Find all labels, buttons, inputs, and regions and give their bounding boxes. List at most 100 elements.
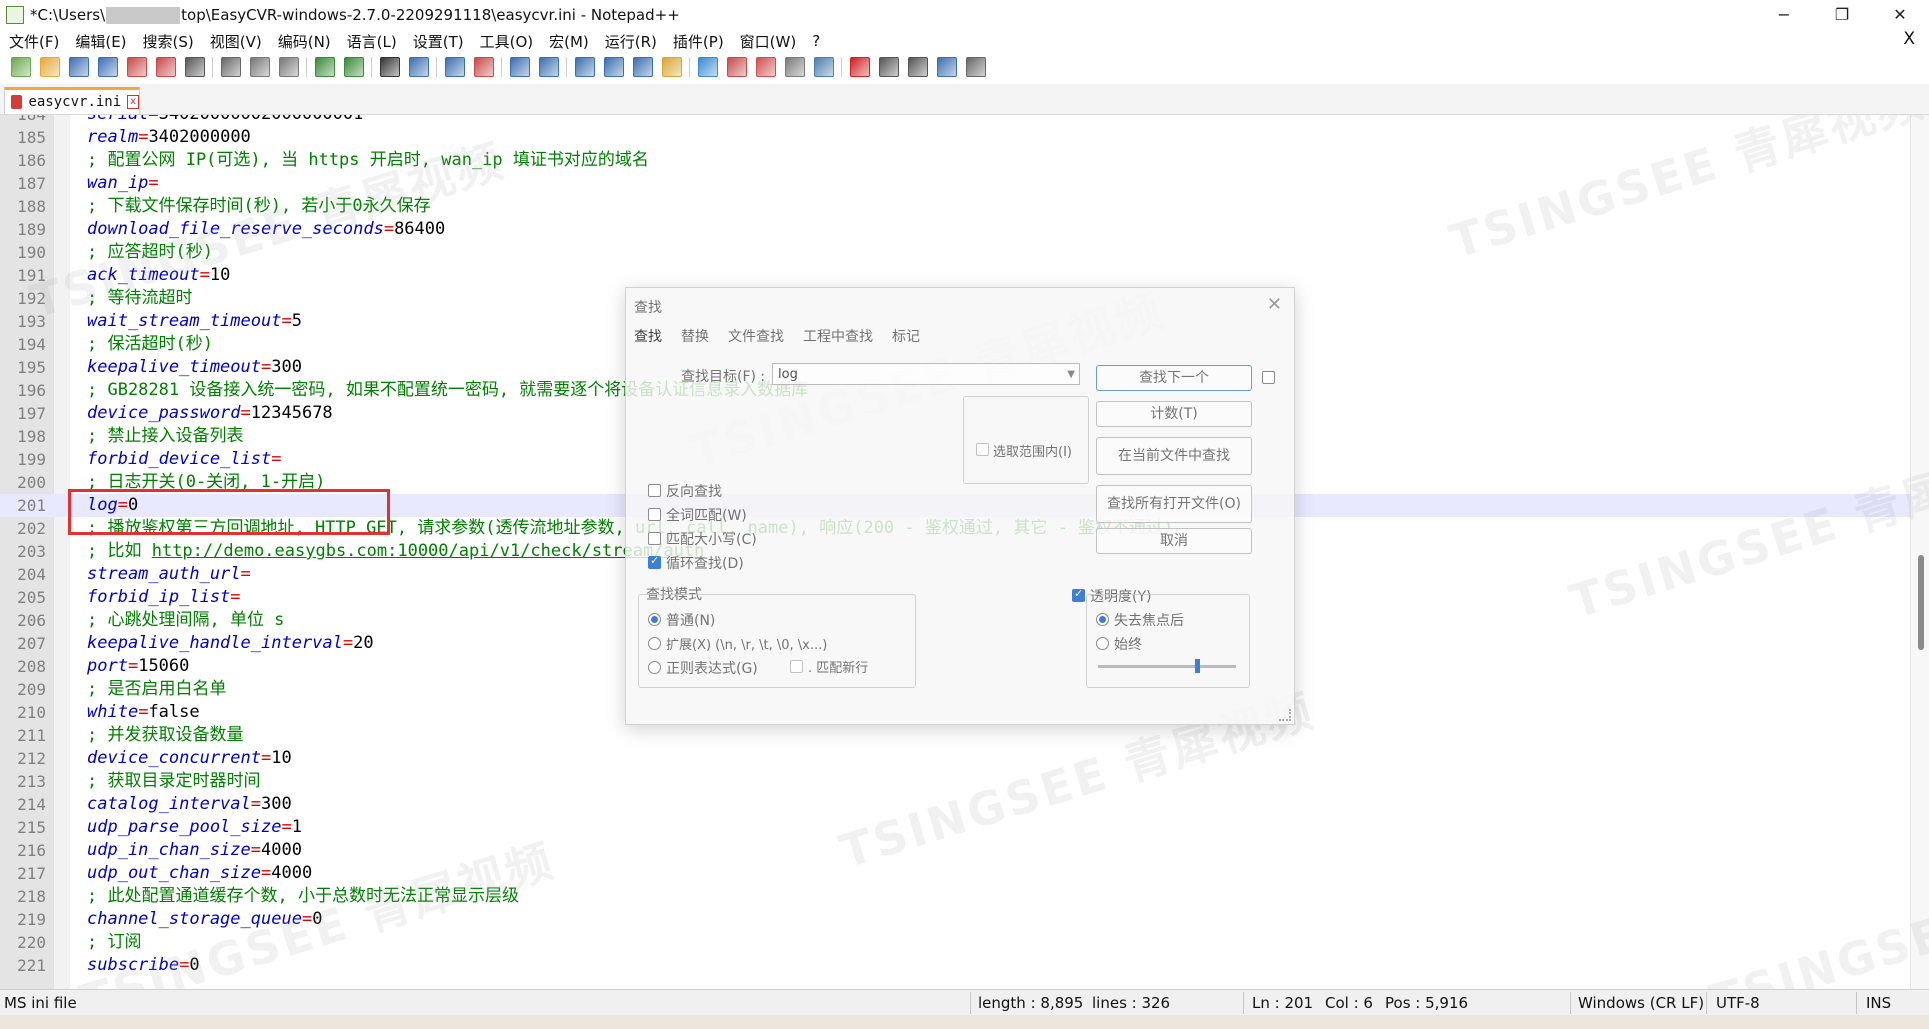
ini-value: 12345678 <box>250 403 333 423</box>
menu-encoding[interactable]: 编码(N) <box>269 31 338 52</box>
pin-checkbox[interactable] <box>1262 371 1275 384</box>
scrollbar-thumb[interactable] <box>1918 555 1924 650</box>
folder-workspace-icon[interactable] <box>756 57 776 77</box>
play-macro-icon[interactable] <box>908 57 928 77</box>
line-text: ; 是否启用白名单 <box>87 678 226 701</box>
undo-icon[interactable] <box>315 57 335 77</box>
find-icon[interactable] <box>380 57 400 77</box>
ini-equals: = <box>271 449 282 469</box>
menu-file[interactable]: 文件(F) <box>0 31 66 52</box>
print-icon[interactable] <box>185 57 205 77</box>
match-newline-checkbox[interactable] <box>790 660 803 673</box>
tab-find[interactable]: 查找 <box>634 326 662 346</box>
save-all-icon[interactable] <box>98 57 118 77</box>
cancel-button[interactable]: 取消 <box>1096 528 1252 554</box>
stop-macro-icon[interactable] <box>879 57 899 77</box>
tab-mark[interactable]: 标记 <box>892 326 920 346</box>
lang-icon[interactable] <box>662 57 682 77</box>
menu-edit[interactable]: 编辑(E) <box>66 31 133 52</box>
backward-checkbox[interactable] <box>648 484 661 497</box>
wrap-icon[interactable] <box>575 57 595 77</box>
resize-grip[interactable] <box>1279 709 1291 721</box>
redo-icon[interactable] <box>344 57 364 77</box>
new-icon[interactable] <box>11 57 31 77</box>
transparency-slider[interactable] <box>1098 659 1236 673</box>
indent-guide-icon[interactable] <box>633 57 653 77</box>
tab-replace[interactable]: 替换 <box>681 326 709 346</box>
zoom-in-icon[interactable] <box>445 57 465 77</box>
toolbar-separator <box>841 57 842 77</box>
zoom-out-icon[interactable] <box>474 57 494 77</box>
save-icon[interactable] <box>69 57 89 77</box>
mode-extended-radio[interactable] <box>648 637 661 650</box>
close-all-icon[interactable] <box>156 57 176 77</box>
menu-macro[interactable]: 宏(M) <box>540 31 596 52</box>
ini-key: keepalive_timeout <box>87 357 261 377</box>
record-macro-icon[interactable] <box>850 57 870 77</box>
line-number: 217 <box>17 864 46 883</box>
tab-find-in-projects[interactable]: 工程中查找 <box>803 326 873 346</box>
paste-icon[interactable] <box>279 57 299 77</box>
close-document-button[interactable]: X <box>1903 29 1915 49</box>
sync-h-icon[interactable] <box>539 57 559 77</box>
always-radio[interactable] <box>1096 637 1109 650</box>
run-macro-icon[interactable] <box>937 57 957 77</box>
sync-v-icon[interactable] <box>510 57 530 77</box>
on-lose-focus-radio[interactable] <box>1096 613 1109 626</box>
toolbar-separator <box>501 57 502 77</box>
menu-plugins[interactable]: 插件(P) <box>664 31 731 52</box>
copy-icon[interactable] <box>250 57 270 77</box>
menu-window[interactable]: 窗口(W) <box>731 31 804 52</box>
cut-icon[interactable] <box>221 57 241 77</box>
save-macro-icon[interactable] <box>966 57 986 77</box>
tab-close-icon[interactable]: x <box>127 95 139 109</box>
whole-word-checkbox[interactable] <box>648 508 661 521</box>
code-line[interactable]: 211 ; 并发获取设备数量 <box>0 724 1911 747</box>
mode-normal-radio[interactable] <box>648 613 661 626</box>
mode-regex-radio[interactable] <box>648 661 661 674</box>
tab-find-in-files[interactable]: 文件查找 <box>728 326 784 346</box>
find-target-input[interactable]: log ▼ <box>772 363 1080 385</box>
menu-language[interactable]: 语言(L) <box>338 31 404 52</box>
ini-value: 4000 <box>271 863 313 883</box>
code-line[interactable]: 185 realm=3402000000 <box>0 126 1911 149</box>
code-line[interactable]: 184 serial=34020000002000000001 <box>0 115 1911 126</box>
slider-knob[interactable] <box>1195 659 1200 673</box>
wrap-around-checkbox[interactable] <box>648 554 661 569</box>
find-next-button[interactable]: 查找下一个 <box>1096 365 1252 391</box>
show-all-chars-icon[interactable] <box>604 57 624 77</box>
menu-view[interactable]: 视图(V) <box>201 31 269 52</box>
ini-equals: = <box>240 564 251 584</box>
comment-url-link[interactable]: http://demo.easygbs.com:10000/api/v1/che… <box>152 541 705 561</box>
transparency-checkbox[interactable] <box>1072 587 1085 602</box>
code-line[interactable]: 212 device_concurrent=10 <box>0 747 1911 770</box>
find-all-open-button[interactable]: 查找所有打开文件(O) <box>1096 485 1252 523</box>
line-number: 187 <box>17 174 46 193</box>
match-case-checkbox[interactable] <box>648 532 661 545</box>
monitor-icon[interactable] <box>785 57 805 77</box>
count-button[interactable]: 计数(T) <box>1096 401 1252 427</box>
replace-icon[interactable] <box>409 57 429 77</box>
menu-run[interactable]: 运行(R) <box>596 31 664 52</box>
eye-icon[interactable] <box>814 57 834 77</box>
open-icon[interactable] <box>40 57 60 77</box>
tab-easycvr-ini[interactable]: easycvr.ini x <box>4 87 140 114</box>
dialog-close-icon[interactable]: ✕ <box>1267 294 1282 315</box>
close-window-button[interactable]: ✕ <box>1871 0 1929 29</box>
close-icon[interactable] <box>127 57 147 77</box>
chevron-down-icon[interactable]: ▼ <box>1067 364 1075 386</box>
minimize-button[interactable]: − <box>1755 0 1813 29</box>
code-line[interactable]: 217 udp_out_chan_size=4000 <box>0 862 1911 885</box>
menu-tools[interactable]: 工具(O) <box>471 31 541 52</box>
maximize-button[interactable]: ❐ <box>1813 0 1871 29</box>
in-selection-checkbox[interactable] <box>976 443 989 456</box>
line-number: 197 <box>17 404 46 423</box>
find-in-current-button[interactable]: 在当前文件中查找 <box>1096 437 1252 475</box>
menu-settings[interactable]: 设置(T) <box>404 31 471 52</box>
vertical-scrollbar[interactable] <box>1910 115 1929 989</box>
doc-map-icon[interactable] <box>698 57 718 77</box>
code-line[interactable]: 191 ack_timeout=10 <box>0 264 1911 287</box>
menu-help[interactable]: ? <box>803 32 827 50</box>
func-list-icon[interactable] <box>727 57 747 77</box>
menu-search[interactable]: 搜索(S) <box>134 31 201 52</box>
